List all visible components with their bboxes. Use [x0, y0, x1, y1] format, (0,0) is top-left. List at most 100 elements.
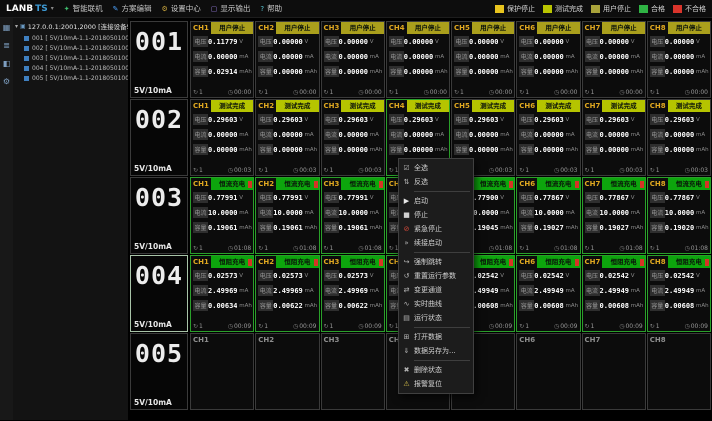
device-number: 003 [131, 183, 187, 212]
titlebar-menu-item[interactable]: ✦ 智能联机 [64, 3, 103, 14]
clock-icon: ◷ [554, 89, 559, 96]
voltage-row: 电压 0.29603 V [583, 112, 645, 127]
current-value: 0.00000 [339, 53, 368, 61]
channel-label: CH2 [256, 258, 276, 266]
channel-cell[interactable]: CH6 [516, 333, 580, 410]
voltage-row: 电压 0.29603 V [191, 112, 253, 127]
channel-cell[interactable]: CH6 恒阻充电 电压 0.02542 V 电流 2.49949 mA 容量 0… [516, 255, 580, 332]
tree-device-item[interactable]: 001 [ 5V/10mA-1.1-201805010001] [15, 33, 126, 43]
channel-cell[interactable]: CH3 用户停止 电压 0.00000 V 电流 0.00000 mA 容量 0… [321, 21, 385, 98]
titlebar-menu-item[interactable]: ⚙ 设置中心 [161, 3, 200, 14]
voltage-unit: V [564, 195, 578, 201]
app-logo[interactable]: LANB TS ▾ [6, 4, 54, 14]
channel-cell[interactable]: CH8 [647, 333, 711, 410]
channel-cell[interactable]: CH1 测试完成 电压 0.29603 V 电流 0.00000 mA 容量 0… [190, 99, 254, 176]
device-display[interactable]: 003 5V/10mA [130, 177, 188, 254]
step-indicator: ↻1 [585, 89, 595, 96]
device-panel-icon[interactable]: ▦ [3, 23, 11, 32]
titlebar-menu-item[interactable]: ▢ 显示输出 [211, 3, 251, 14]
context-menu-item[interactable]: ⊘ 紧急停止 [399, 222, 473, 236]
channel-cell[interactable]: CH1 恒阻充电 电压 0.02573 V 电流 2.49969 mA 容量 0… [190, 255, 254, 332]
device-display[interactable]: 002 5V/10mA [130, 99, 188, 176]
channel-cell[interactable]: CH8 恒流充电 电压 0.77867 V 电流 10.0000 mA 容量 0… [647, 177, 711, 254]
legend-color-swatch [673, 5, 682, 13]
current-label: 电流 [258, 51, 273, 62]
tree-device-item[interactable]: 002 [ 5V/10mA-1.1-201805010002] [15, 43, 126, 53]
data-panel-icon[interactable]: ≣ [3, 41, 10, 50]
time-indicator: ◷00:03 [293, 167, 317, 174]
channel-cell[interactable]: CH2 [255, 333, 319, 410]
context-menu-item[interactable]: ⇅ 反选 [399, 175, 473, 189]
channel-cell[interactable]: CH6 用户停止 电压 0.00000 V 电流 0.00000 mA 容量 0… [516, 21, 580, 98]
channel-cell[interactable]: CH2 恒流充电 电压 0.77991 V 电流 10.0000 mA 容量 0… [255, 177, 319, 254]
device-display[interactable]: 004 5V/10mA [130, 255, 188, 332]
capacity-value: 0.19061 [273, 224, 302, 232]
time-indicator: ◷00:09 [358, 323, 382, 330]
current-value: 0.00000 [273, 53, 302, 61]
tree-device-item[interactable]: 003 [ 5V/10mA-1.1-201805010003] [15, 53, 126, 63]
titlebar-menu-item[interactable]: ✎ 方案编辑 [113, 3, 152, 14]
channel-status: 用户停止 [602, 22, 644, 34]
tree-collapse-icon[interactable]: ▾ [15, 23, 18, 30]
channel-cell[interactable]: CH5 用户停止 电压 0.00000 V 电流 0.00000 mA 容量 0… [451, 21, 515, 98]
tree-root-node[interactable]: ▾ ▣ 127.0.0.1:2001,2000 [连接设备5 台] [15, 21, 126, 31]
current-row: 电流 0.00000 mA [387, 49, 449, 64]
context-menu-item[interactable]: ☑ 全选 [399, 161, 473, 175]
channel-cell[interactable]: CH8 用户停止 电压 0.00000 V 电流 0.00000 mA 容量 0… [647, 21, 711, 98]
channel-cell[interactable]: CH7 用户停止 电压 0.00000 V 电流 0.00000 mA 容量 0… [582, 21, 646, 98]
channel-cell[interactable]: CH3 测试完成 电压 0.29603 V 电流 0.00000 mA 容量 0… [321, 99, 385, 176]
context-menu-item[interactable]: » 续接启动 [399, 236, 473, 250]
channel-status: 恒流充电 [668, 178, 710, 190]
stop-icon: ■ [399, 211, 414, 219]
channel-header: CH8 [648, 334, 710, 346]
context-menu-item[interactable]: ↪ 强制跳转 [399, 255, 473, 269]
context-menu-item[interactable]: ∿ 实时曲线 [399, 297, 473, 311]
channel-cell[interactable]: CH6 测试完成 电压 0.29603 V 电流 0.00000 mA 容量 0… [516, 99, 580, 176]
current-unit: mA [564, 132, 578, 138]
channel-cell[interactable]: CH2 测试完成 电压 0.29603 V 电流 0.00000 mA 容量 0… [255, 99, 319, 176]
current-label: 电流 [193, 207, 208, 218]
channel-cell[interactable]: CH7 恒流充电 电压 0.77867 V 电流 10.0000 mA 容量 0… [582, 177, 646, 254]
current-label: 电流 [519, 285, 534, 296]
channel-cell[interactable]: CH7 恒阻充电 电压 0.02542 V 电流 2.49949 mA 容量 0… [582, 255, 646, 332]
channel-cell[interactable]: CH6 恒流充电 电压 0.77867 V 电流 10.0000 mA 容量 0… [516, 177, 580, 254]
context-menu-item[interactable]: ■ 停止 [399, 208, 473, 222]
context-menu-item[interactable]: ⇓ 数据另存为... [399, 344, 473, 358]
context-menu-item[interactable]: ▶ 启动 [399, 194, 473, 208]
context-menu-item[interactable]: ⊞ 打开数据 [399, 330, 473, 344]
channel-cell[interactable]: CH1 恒流充电 电压 0.77991 V 电流 10.0000 mA 容量 0… [190, 177, 254, 254]
context-menu-item[interactable]: ⚠ 报警复位 [399, 377, 473, 391]
channel-cell[interactable]: CH4 用户停止 电压 0.00000 V 电流 0.00000 mA 容量 0… [386, 21, 450, 98]
current-label: 电流 [193, 129, 208, 140]
tools-panel-icon[interactable]: ⚙ [3, 77, 10, 86]
channel-header: CH2 恒流充电 [256, 178, 318, 190]
channel-cell[interactable]: CH3 恒阻充电 电压 0.02573 V 电流 2.49969 mA 容量 0… [321, 255, 385, 332]
channel-cell[interactable]: CH3 [321, 333, 385, 410]
capacity-label: 容量 [650, 300, 665, 311]
channel-cell[interactable]: CH7 测试完成 电压 0.29603 V 电流 0.00000 mA 容量 0… [582, 99, 646, 176]
channel-cell[interactable]: CH3 恒流充电 电压 0.77991 V 电流 10.0000 mA 容量 0… [321, 177, 385, 254]
tree-device-item[interactable]: 005 [ 5V/10mA-1.1-201805010005] [15, 73, 126, 83]
channel-cell[interactable]: CH7 [582, 333, 646, 410]
voltage-label: 电压 [519, 192, 534, 203]
record-panel-icon[interactable]: ◧ [3, 59, 11, 68]
device-display[interactable]: 001 5V/10mA [130, 21, 188, 98]
time-indicator: ◷01:08 [619, 245, 643, 252]
context-menu-item[interactable]: ✖ 删除状态 [399, 363, 473, 377]
device-display[interactable]: 005 5V/10mA [130, 333, 188, 410]
channel-cell[interactable]: CH1 用户停止 电压 0.11779 V 电流 0.00000 mA 容量 0… [190, 21, 254, 98]
channel-cell[interactable]: CH8 测试完成 电压 0.29603 V 电流 0.00000 mA 容量 0… [647, 99, 711, 176]
tree-device-item[interactable]: 004 [ 5V/10mA-1.1-201805010004] [15, 63, 126, 73]
context-menu-item[interactable]: ⇄ 变更通道 [399, 283, 473, 297]
current-value: 0.00000 [469, 53, 498, 61]
channel-cell[interactable]: CH1 [190, 333, 254, 410]
context-menu-item[interactable]: ▤ 运行状态 [399, 311, 473, 325]
channel-cell[interactable]: CH8 恒阻充电 电压 0.02542 V 电流 2.49949 mA 容量 0… [647, 255, 711, 332]
voltage-value: 0.02542 [534, 272, 563, 280]
channel-cell[interactable]: CH2 用户停止 电压 0.00000 V 电流 0.00000 mA 容量 0… [255, 21, 319, 98]
current-label: 电流 [258, 285, 273, 296]
logo-dropdown-icon[interactable]: ▾ [51, 5, 54, 12]
channel-cell[interactable]: CH2 恒阻充电 电压 0.02573 V 电流 2.49969 mA 容量 0… [255, 255, 319, 332]
titlebar-menu-item[interactable]: ? 帮助 [260, 3, 282, 14]
context-menu-item[interactable]: ↺ 重置运行参数 [399, 269, 473, 283]
